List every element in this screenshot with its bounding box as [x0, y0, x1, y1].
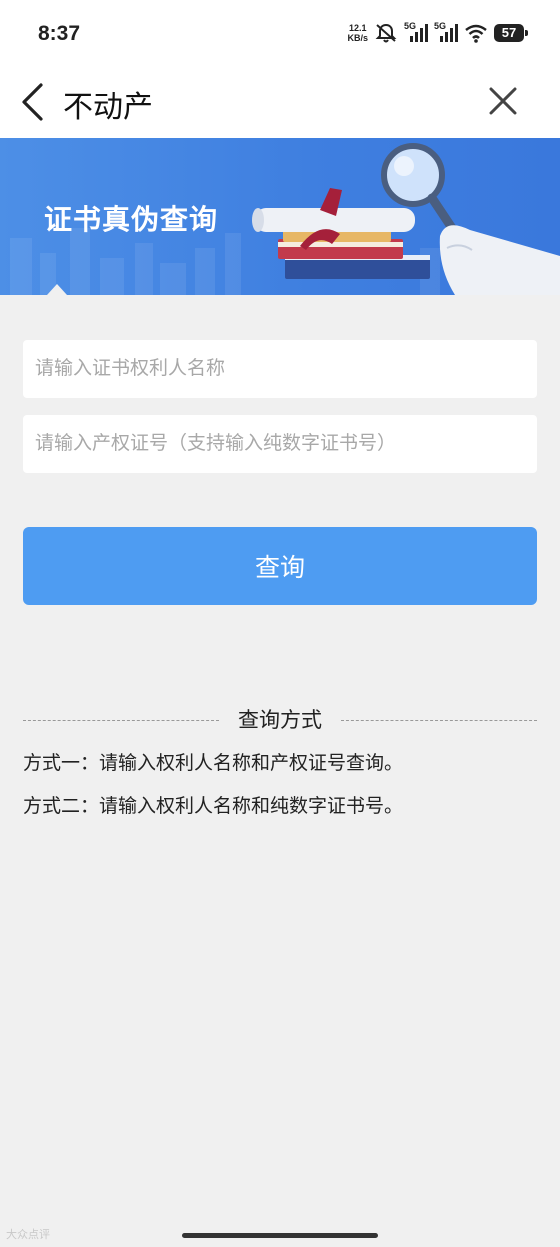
page-title: 不动产	[63, 91, 153, 124]
query-methods-header: 查询方式	[23, 704, 537, 736]
chevron-left-icon[interactable]	[18, 81, 48, 123]
banner: 证书真伪查询	[0, 138, 560, 295]
mute-bell-icon	[375, 23, 397, 43]
status-bar: 8:37 12.1 KB/s 5G 5G 57	[0, 0, 560, 68]
query-button[interactable]: 查询	[23, 527, 537, 605]
watermark: 大众点评	[6, 1229, 50, 1241]
network-speed-value: 12.1	[348, 23, 367, 33]
banner-title: 证书真伪查询	[44, 204, 219, 235]
title-bar: 不动产	[0, 68, 560, 138]
battery-indicator: 57	[494, 24, 528, 42]
signal-sim1-icon: 5G	[404, 21, 428, 44]
owner-name-input[interactable]	[23, 340, 537, 398]
home-indicator[interactable]	[182, 1233, 378, 1238]
wifi-icon	[465, 24, 487, 43]
status-time: 8:37	[38, 22, 81, 45]
network-speed-unit: KB/s	[347, 33, 368, 43]
banner-notch	[47, 284, 67, 295]
network-speed: 12.1 KB/s	[347, 23, 368, 43]
query-methods-title: 查询方式	[238, 709, 322, 732]
close-icon[interactable]	[486, 84, 520, 118]
method-item-2: 方式二：请输入权利人名称和纯数字证书号。	[23, 796, 404, 817]
method-item-1: 方式一：请输入权利人名称和产权证号查询。	[23, 753, 404, 774]
signal-sim2-icon: 5G	[434, 21, 458, 44]
certificate-number-input[interactable]	[23, 415, 537, 473]
status-icons: 12.1 KB/s 5G 5G 57	[347, 20, 528, 46]
